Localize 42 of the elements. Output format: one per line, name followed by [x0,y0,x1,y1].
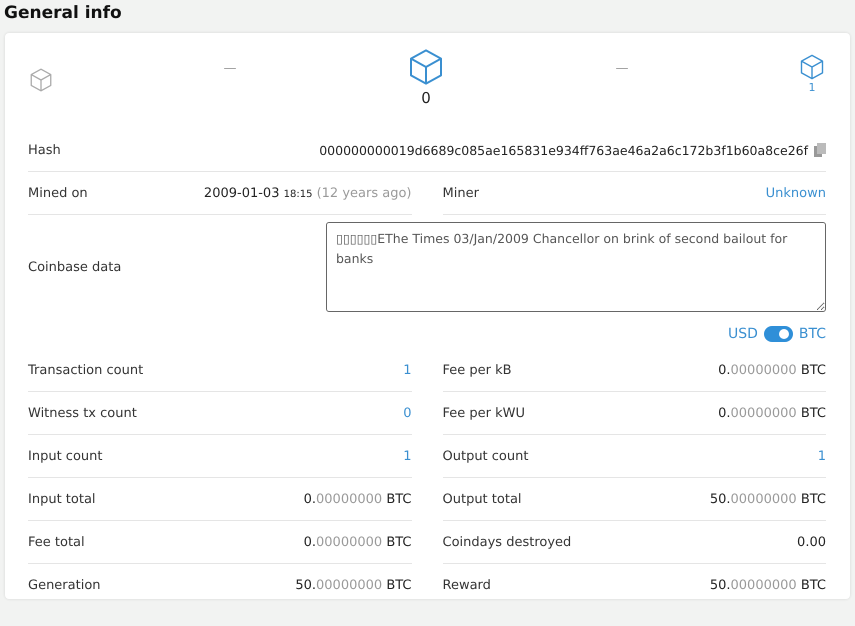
amount-value: 0.00000000 BTC [304,492,412,506]
amount-value: 0.00000000 BTC [304,534,412,550]
row-label: Output total [442,492,522,506]
block-height: 0 [421,89,431,107]
currency-label: BTC [798,326,826,342]
currency-label: USD [728,326,758,342]
next-block-number[interactable]: 1 [808,81,816,94]
row-label: Output count [442,448,528,464]
row-label: Generation [28,578,101,592]
next-dash: — [616,61,628,76]
amount-value: 50.00000000 BTC [710,492,826,506]
row-label: Miner [442,186,479,200]
row-label: Fee per kB [442,362,512,378]
row-label: Fee per kWU [442,406,526,420]
mined-date: 2009-01-03 18:15 (12 years ago) [204,186,412,200]
row-label: Input count [28,448,102,464]
currency-switch[interactable] [764,326,793,342]
value-link[interactable]: 1 [818,448,826,464]
section-title: General info [4,3,123,23]
coinbase-field[interactable]: ▯▯▯▯▯▯EThe Times 03/Jan/2009 Chancellor on brink of second bailout for banks [326,222,826,312]
row-label: Hash [28,142,61,158]
value-link[interactable]: 1 [403,448,412,464]
row-label: Mined on [28,186,88,200]
amount-value: 50.00000000 BTC [710,578,826,592]
row-label: Coinbase data [28,260,122,274]
row-label: Fee total [28,534,85,550]
row-label: Witness tx count [28,406,137,420]
row-label: Coindays destroyed [442,534,572,550]
amount-value: 0.00000000 BTC [718,406,826,420]
value-link[interactable]: 1 [403,362,412,378]
hash-value: 000000000019d6689c085ae165831e934ff763ae46a2a6c172b3f1b60a8ce26f [319,142,808,158]
row-label: Reward [442,578,491,592]
row-label: Transaction count [28,362,144,378]
cube-icon[interactable] [798,53,826,81]
value-link[interactable]: 0 [403,406,412,420]
previous-dash: — [224,61,236,76]
miner-link[interactable]: Unknown [766,186,826,200]
amount-value: 50.00000000 BTC [295,578,412,592]
row-label: Input total [28,492,96,506]
row-value: 0.00 [797,534,826,550]
amount-value: 0.00000000 BTC [718,362,826,378]
copy-icon[interactable] [814,143,826,157]
